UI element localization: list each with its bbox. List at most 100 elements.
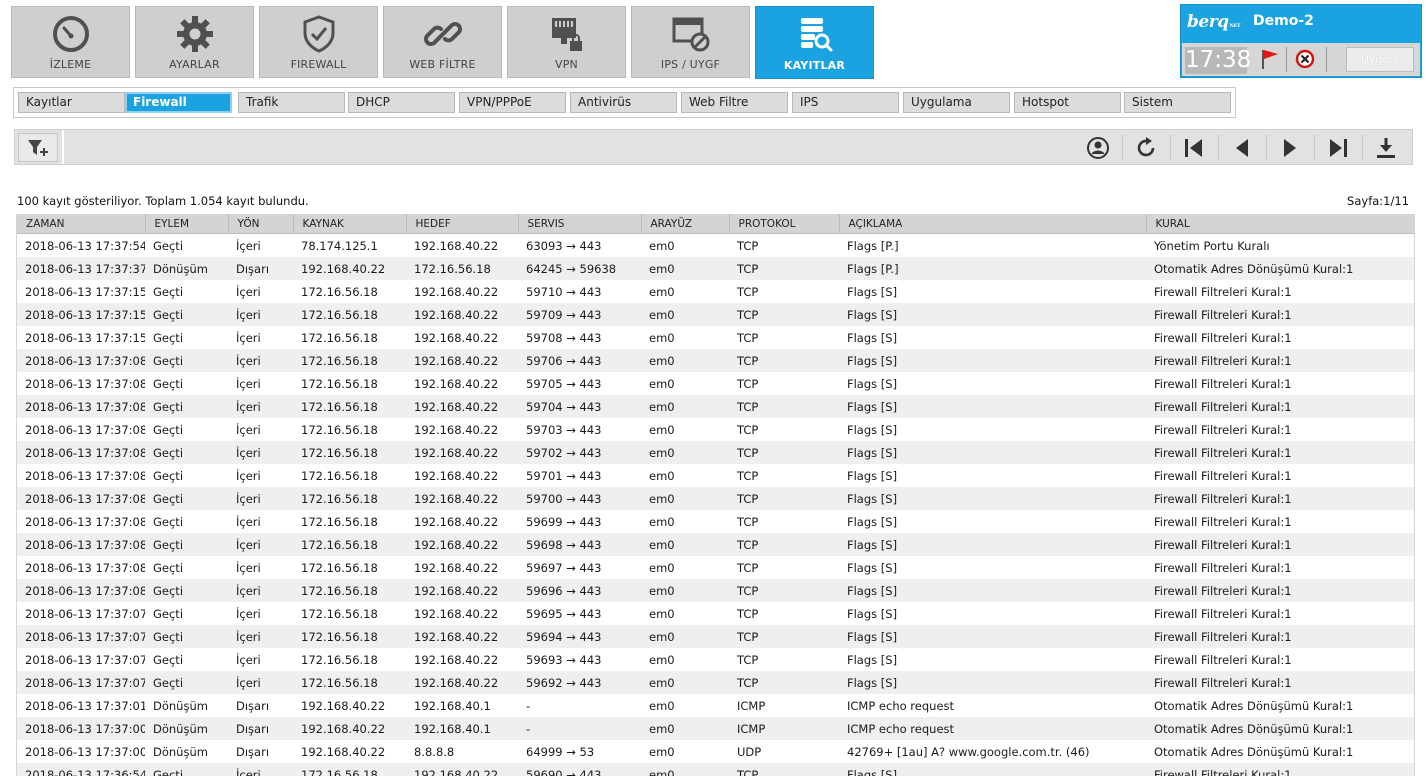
previous-page-button[interactable] (1220, 133, 1264, 162)
table-cell: TCP (729, 233, 839, 257)
tab-antivirus[interactable]: Antivirüs (570, 92, 677, 113)
table-cell: TCP (729, 625, 839, 648)
table-cell: Geçti (145, 625, 228, 648)
table-cell: Geçti (145, 418, 228, 441)
table-row[interactable]: 2018-06-13 17:37:07 Geçti İçeri 172.16.56.1… (17, 625, 1414, 648)
table-row[interactable]: 2018-06-13 17:36:54 Geçti İçeri 172.16.56.1… (17, 763, 1414, 776)
module-ayarlar[interactable]: AYARLAR (135, 6, 254, 78)
table-row[interactable]: 2018-06-13 17:37:08 Geçti İçeri 172.16.56.1… (17, 556, 1414, 579)
module-vpn[interactable]: VPN (507, 6, 626, 78)
next-page-button[interactable] (1268, 133, 1312, 162)
table-row[interactable]: 2018-06-13 17:37:15 Geçti İçeri 172.16.56.1… (17, 280, 1414, 303)
table-row[interactable]: 2018-06-13 17:37:54 Geçti İçeri 78.174.125.… (17, 233, 1414, 257)
add-filter-button[interactable] (18, 133, 58, 162)
table-row[interactable]: 2018-06-13 17:37:08 Geçti İçeri 172.16.56.1… (17, 464, 1414, 487)
table-row[interactable]: 2018-06-13 17:37:08 Geçti İçeri 172.16.56.1… (17, 510, 1414, 533)
tab-dhcp[interactable]: DHCP (348, 92, 455, 113)
table-cell: 2018-06-13 17:37:08 (17, 487, 145, 510)
module-izleme[interactable]: İZLEME (11, 6, 130, 78)
tab-hotspot[interactable]: Hotspot (1014, 92, 1121, 113)
table-row[interactable]: 2018-06-13 17:37:08 Geçti İçeri 172.16.56.1… (17, 487, 1414, 510)
table-cell: 59706 → 443 (518, 349, 641, 372)
table-row[interactable]: 2018-06-13 17:37:07 Geçti İçeri 172.16.56.1… (17, 602, 1414, 625)
table-row[interactable]: 2018-06-13 17:37:00 Dönüşüm Dışarı 192.168.… (17, 740, 1414, 763)
table-cell: 172.16.56.18 (293, 510, 406, 533)
column-header[interactable]: PROTOKOL (729, 214, 840, 234)
module-label: KAYITLAR (783, 59, 846, 72)
module-web-filtre[interactable]: WEB FİLTRE (383, 6, 502, 78)
table-row[interactable]: 2018-06-13 17:37:08 Geçti İçeri 172.16.56.1… (17, 441, 1414, 464)
column-header[interactable]: ZAMAN (17, 214, 146, 234)
column-header[interactable]: KAYNAK (293, 214, 407, 234)
table-cell: Flags [S] (839, 602, 1146, 625)
table-row[interactable]: 2018-06-13 17:37:00 Dönüşüm Dışarı 192.168.… (17, 717, 1414, 740)
module-ips-uygf[interactable]: IPS / UYGF (631, 6, 750, 78)
table-cell: İçeri (228, 280, 293, 303)
module-firewall[interactable]: FIREWALL (259, 6, 378, 78)
table-cell: em0 (641, 763, 729, 776)
module-kayitlar[interactable]: KAYITLAR (755, 6, 874, 79)
tab-trafik[interactable]: Trafik (238, 92, 345, 113)
table-row[interactable]: 2018-06-13 17:37:08 Geçti İçeri 172.16.56.1… (17, 418, 1414, 441)
table-cell: 172.16.56.18 (293, 280, 406, 303)
table-cell: Geçti (145, 464, 228, 487)
table-cell: 192.168.40.22 (406, 349, 518, 372)
table-row[interactable]: 2018-06-13 17:37:37 Dönüşüm Dışarı 192.168.… (17, 257, 1414, 280)
table-cell: Dönüşüm (145, 694, 228, 717)
column-header[interactable]: HEDEF (406, 214, 519, 234)
table-row[interactable]: 2018-06-13 17:37:08 Geçti İçeri 172.16.56.1… (17, 372, 1414, 395)
column-header[interactable]: SERVIS (518, 214, 642, 234)
table-cell: em0 (641, 579, 729, 602)
cancel-icon[interactable] (1294, 48, 1316, 70)
flag-icon[interactable] (1258, 47, 1282, 71)
tab-web-filtre[interactable]: Web Filtre (681, 92, 788, 113)
table-row[interactable]: 2018-06-13 17:37:07 Geçti İçeri 172.16.56.1… (17, 671, 1414, 694)
table-cell: Flags [S] (839, 487, 1146, 510)
table-row[interactable]: 2018-06-13 17:37:08 Geçti İçeri 172.16.56.1… (17, 349, 1414, 372)
tab-firewall[interactable]: Firewall (125, 92, 232, 113)
table-cell: Firewall Filtreleri Kural:1 (1146, 326, 1414, 349)
download-button[interactable] (1364, 133, 1408, 162)
first-page-button[interactable] (1172, 133, 1216, 162)
table-row[interactable]: 2018-06-13 17:37:08 Geçti İçeri 172.16.56.1… (17, 533, 1414, 556)
table-cell: 192.168.40.1 (406, 694, 518, 717)
table-cell: İçeri (228, 510, 293, 533)
table-row[interactable]: 2018-06-13 17:37:15 Geçti İçeri 172.16.56.1… (17, 303, 1414, 326)
table-cell: Flags [S] (839, 280, 1146, 303)
table-row[interactable]: 2018-06-13 17:37:15 Geçti İçeri 172.16.56.1… (17, 326, 1414, 349)
table-row[interactable]: 2018-06-13 17:37:08 Geçti İçeri 172.16.56.1… (17, 395, 1414, 418)
tab-vpn-pppoe[interactable]: VPN/PPPoE (459, 92, 566, 113)
table-cell: em0 (641, 464, 729, 487)
tab-ips[interactable]: IPS (792, 92, 899, 113)
table-cell: Firewall Filtreleri Kural:1 (1146, 441, 1414, 464)
table-cell: 2018-06-13 17:37:37 (17, 257, 145, 280)
refresh-button[interactable] (1124, 133, 1168, 162)
table-cell: 2018-06-13 17:37:15 (17, 280, 145, 303)
table-cell: TCP (729, 510, 839, 533)
apply-button[interactable]: Uygula (1346, 47, 1414, 72)
column-header[interactable]: AÇIKLAMA (839, 214, 1147, 234)
table-row[interactable]: 2018-06-13 17:37:08 Geçti İçeri 172.16.56.1… (17, 579, 1414, 602)
column-header[interactable]: KURAL (1146, 214, 1414, 234)
table-cell: 2018-06-13 17:37:08 (17, 464, 145, 487)
table-cell: em0 (641, 233, 729, 257)
column-header[interactable]: YÖN (228, 214, 294, 234)
table-cell: Firewall Filtreleri Kural:1 (1146, 556, 1414, 579)
module-label: VPN (555, 58, 578, 71)
clock: 17:38 (1185, 47, 1252, 74)
table-cell: Flags [S] (839, 395, 1146, 418)
table-row[interactable]: 2018-06-13 17:37:07 Geçti İçeri 172.16.56.1… (17, 648, 1414, 671)
table-cell: 192.168.40.22 (293, 694, 406, 717)
tab-sistem[interactable]: Sistem (1124, 92, 1231, 113)
table-cell: 172.16.56.18 (293, 418, 406, 441)
device-panel: berqNET Demo-2 17:38 Uygula (1180, 4, 1422, 78)
user-filter-button[interactable] (1076, 133, 1120, 162)
column-header[interactable]: ARAYÜZ (641, 214, 730, 234)
table-row[interactable]: 2018-06-13 17:37:01 Dönüşüm Dışarı 192.168.… (17, 694, 1414, 717)
gear-icon (136, 15, 253, 53)
column-header[interactable]: EYLEM (145, 214, 229, 234)
tab-uygulama[interactable]: Uygulama (903, 92, 1010, 113)
last-page-button[interactable] (1316, 133, 1360, 162)
tab-kayitlar[interactable]: Kayıtlar (18, 92, 125, 113)
table-cell: 172.16.56.18 (293, 349, 406, 372)
